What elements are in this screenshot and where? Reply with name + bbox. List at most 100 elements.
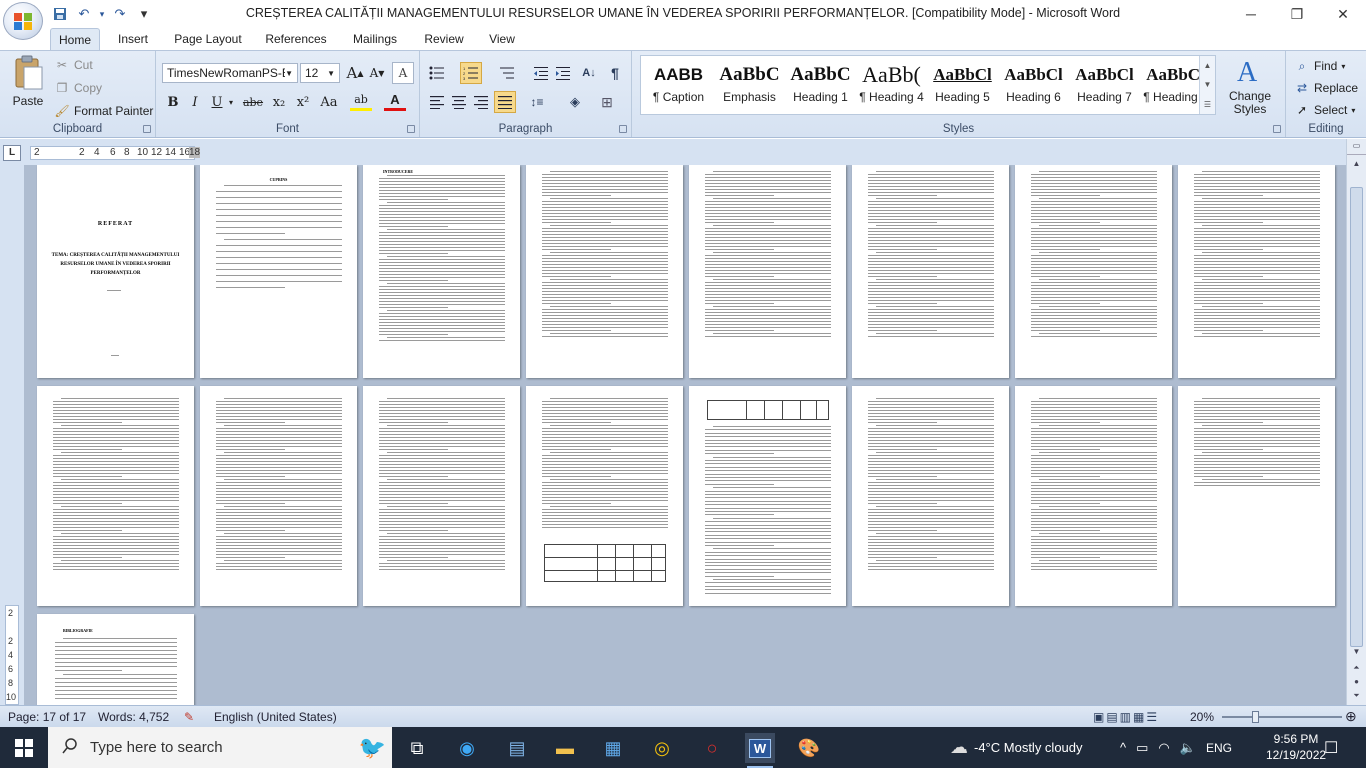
tab-page-layout[interactable]: Page Layout (168, 28, 248, 50)
highlight-button[interactable]: ab (350, 91, 372, 111)
zoom-slider-knob[interactable] (1252, 711, 1259, 723)
document-canvas[interactable]: REFERAT TEMA: CREȘTEREA CALITĂȚII MANAGE… (24, 165, 1346, 705)
style-heading-7[interactable]: AaBbCl Heading 7 (1069, 58, 1140, 112)
underline-dropdown-icon[interactable]: ▾ (226, 91, 236, 113)
style-heading-1[interactable]: AaBbC Heading 1 (785, 58, 856, 112)
italic-button[interactable]: I (184, 91, 206, 113)
clock[interactable]: 9:56 PM 12/19/2022 (1266, 731, 1326, 763)
decrease-indent-button[interactable] (530, 62, 552, 84)
line-spacing-button[interactable]: ↕≡ (526, 91, 548, 113)
notifications-icon[interactable]: ☐ (1324, 727, 1338, 768)
page-8[interactable] (1178, 165, 1335, 378)
undo-dropdown-icon[interactable]: ▾ (98, 4, 106, 24)
page-17[interactable]: BIBLIOGRAFIE (37, 614, 194, 705)
borders-button[interactable]: ⊞ (596, 91, 618, 113)
styles-launcher-icon[interactable] (1273, 125, 1281, 133)
increase-indent-button[interactable] (552, 62, 574, 84)
language-indicator-tray[interactable]: ENG (1206, 741, 1232, 755)
start-button[interactable] (0, 727, 48, 768)
word-taskbar-icon[interactable]: W (745, 733, 775, 768)
task-view-icon[interactable]: ⧉ (402, 733, 432, 763)
taskbar-search[interactable]: Type here to search 🐦 (48, 727, 392, 768)
tab-mailings[interactable]: Mailings (344, 28, 406, 50)
zoom-slider[interactable] (1222, 716, 1342, 718)
style-emphasis[interactable]: AaBbC Emphasis (714, 58, 785, 112)
copy-button[interactable]: ❐ Copy (54, 78, 102, 98)
save-icon[interactable] (50, 4, 70, 24)
tab-insert[interactable]: Insert (108, 28, 158, 50)
tab-references[interactable]: References (258, 28, 334, 50)
tab-home[interactable]: Home (50, 28, 100, 50)
redo-icon[interactable]: ↷ (110, 4, 130, 24)
tab-view[interactable]: View (480, 28, 524, 50)
clear-formatting-button[interactable]: A (392, 62, 414, 84)
vertical-scrollbar[interactable]: ▭ ▲ ▼ ⏶ ● ⏷ (1346, 139, 1366, 705)
undo-icon[interactable]: ↶ (74, 4, 94, 24)
align-right-button[interactable] (470, 91, 492, 113)
battery-icon[interactable]: ▭ (1136, 740, 1148, 756)
style-caption[interactable]: AABB ¶ Caption (643, 58, 714, 112)
multilevel-list-button[interactable] (496, 62, 518, 84)
grow-font-button[interactable]: A ▲ (344, 62, 366, 84)
page-count[interactable]: Page: 17 of 17 (8, 710, 86, 724)
shading-button[interactable]: ◈ (564, 91, 586, 113)
weather-widget[interactable]: ☁ -4°C Mostly cloudy (950, 727, 1083, 768)
office-button[interactable] (3, 2, 43, 40)
superscript-button[interactable]: x² (292, 91, 314, 113)
page-15[interactable] (1015, 386, 1172, 606)
select-browse-object-icon[interactable]: ● (1347, 677, 1366, 691)
page-10[interactable] (200, 386, 357, 606)
view-buttons-icon[interactable]: ▣▤▥▦☰ (1093, 710, 1159, 724)
change-case-button[interactable]: Aa (318, 91, 340, 113)
page-2[interactable]: CUPRINS (200, 165, 357, 378)
scroll-up-arrow-icon[interactable]: ▲ (1347, 159, 1366, 173)
bullets-button[interactable] (426, 62, 448, 84)
select-button[interactable]: ➚ Select ▾ (1294, 100, 1355, 120)
customize-qat-icon[interactable]: ▾ (134, 4, 154, 24)
file-explorer-doc-icon[interactable]: ▤ (502, 733, 532, 763)
previous-page-icon[interactable]: ⏶ (1347, 663, 1366, 677)
store-icon[interactable]: ▦ (598, 733, 628, 763)
scroll-down-icon[interactable]: ▼ (1204, 80, 1212, 89)
font-launcher-icon[interactable] (407, 125, 415, 133)
page-4[interactable] (526, 165, 683, 378)
more-styles-icon[interactable]: ☰ (1204, 100, 1211, 109)
sort-button[interactable]: A↓ (578, 62, 600, 84)
zoom-in-icon[interactable]: ⊕ (1345, 708, 1357, 725)
page-1[interactable]: REFERAT TEMA: CREȘTEREA CALITĂȚII MANAGE… (37, 165, 194, 378)
align-center-button[interactable] (448, 91, 470, 113)
page-9[interactable] (37, 386, 194, 606)
edge-icon[interactable]: ◉ (452, 733, 482, 763)
page-13[interactable] (689, 386, 846, 606)
page-12[interactable] (526, 386, 683, 606)
paste-button[interactable]: Paste (6, 55, 50, 115)
chrome-icon[interactable]: ◎ (647, 733, 677, 763)
ruler-toggle-icon[interactable]: ▭ (1347, 141, 1366, 155)
style-heading-6[interactable]: AaBbCl Heading 6 (998, 58, 1069, 112)
maximize-button[interactable]: ❐ (1274, 0, 1320, 28)
proofing-icon[interactable]: ✎ (184, 710, 194, 724)
tab-selector[interactable]: L (3, 145, 21, 161)
word-count[interactable]: Words: 4,752 (98, 710, 169, 724)
bold-button[interactable]: B (162, 91, 184, 113)
show-formatting-button[interactable]: ¶ (604, 62, 626, 84)
shrink-font-button[interactable]: A ▼ (366, 62, 388, 84)
style-heading-4[interactable]: AaBb( ¶ Heading 4 (856, 58, 927, 112)
font-family-select[interactable]: TimesNewRomanPS-Bo ▼ (162, 63, 298, 83)
align-left-button[interactable] (426, 91, 448, 113)
vertical-ruler[interactable]: 2 2 4 6 8 10 (5, 605, 19, 705)
strikethrough-button[interactable]: abe (242, 91, 264, 113)
wifi-icon[interactable]: ◠ (1158, 740, 1169, 756)
scrollbar-thumb[interactable] (1350, 187, 1363, 647)
page-14[interactable] (852, 386, 1009, 606)
paragraph-launcher-icon[interactable] (619, 125, 627, 133)
font-size-select[interactable]: 12 ▼ (300, 63, 340, 83)
page-5[interactable] (689, 165, 846, 378)
zoom-level[interactable]: 20% (1190, 710, 1214, 724)
minimize-button[interactable]: ─ (1228, 0, 1274, 28)
tab-review[interactable]: Review (416, 28, 472, 50)
replace-button[interactable]: ⇄ Replace (1294, 78, 1358, 98)
language-indicator[interactable]: English (United States) (214, 710, 337, 724)
page-3[interactable]: INTRODUCERE (363, 165, 520, 378)
underline-button[interactable]: U (206, 91, 228, 113)
